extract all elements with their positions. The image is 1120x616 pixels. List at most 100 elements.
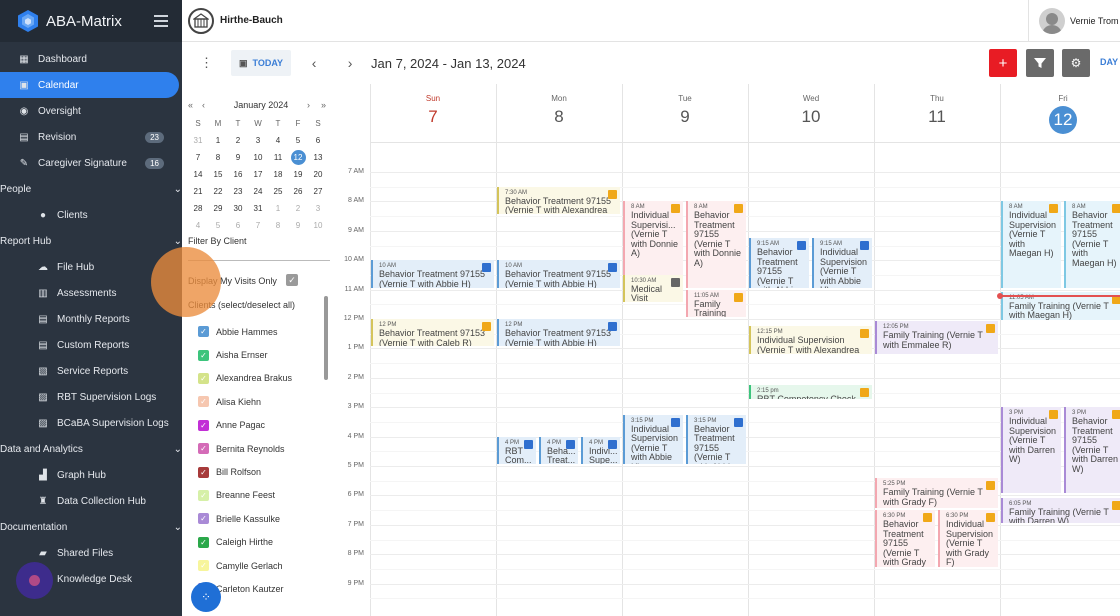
mini-calendar-day[interactable]: 5 <box>291 133 306 148</box>
mini-calendar-day[interactable]: 25 <box>271 184 286 199</box>
mini-calendar-day[interactable]: 31 <box>251 201 266 216</box>
mini-calendar-day[interactable]: 28 <box>191 201 206 216</box>
calendar-event[interactable]: 9:15 AM Individual Supervision (Vernie T … <box>812 238 872 288</box>
mini-calendar-day[interactable]: 5 <box>211 218 226 233</box>
mini-calendar-day[interactable]: 27 <box>311 184 326 199</box>
mini-calendar-day[interactable]: 22 <box>211 184 226 199</box>
more-options-icon[interactable]: ⋮ <box>200 55 213 71</box>
mini-calendar-day[interactable]: 24 <box>251 184 266 199</box>
calendar-event[interactable]: 6:05 PM Family Training (Vernie T with Da… <box>1001 497 1120 523</box>
client-filter-item[interactable]: ✓ Caleigh Hirthe <box>198 531 328 554</box>
mini-calendar-day[interactable]: 10 <box>311 218 326 233</box>
mini-calendar-day[interactable]: 11 <box>271 150 286 165</box>
mini-calendar-day[interactable]: 4 <box>271 133 286 148</box>
day-header[interactable]: Wed 10 <box>748 84 874 142</box>
previous-week-button[interactable]: ‹ <box>305 55 323 71</box>
client-filter-item[interactable]: ✓ Abbie Hammes <box>198 320 328 343</box>
calendar-event[interactable]: 6:30 PM Behavior Treatment 97155 (Vernie … <box>875 510 935 567</box>
mini-calendar-day[interactable]: 23 <box>231 184 246 199</box>
sidebar-item-bcaba-supervision-logs[interactable]: ▨ BCaBA Supervision Logs <box>0 410 182 436</box>
calendar-event[interactable]: 12 PM Behavior Treatment 97153 (Vernie T … <box>371 319 494 347</box>
client-filter-item[interactable]: ✓ Bill Rolfson <box>198 460 328 483</box>
mini-calendar-day[interactable]: 29 <box>211 201 226 216</box>
sidebar-item-documentation[interactable]: Documentation ⌄ <box>0 514 182 540</box>
filter-button[interactable] <box>1026 49 1054 77</box>
settings-button[interactable]: ⚙ <box>1062 49 1090 77</box>
day-header[interactable]: Tue 9 <box>622 84 748 142</box>
mini-calendar-day[interactable]: 1 <box>271 201 286 216</box>
sidebar-item-calendar[interactable]: ▣ Calendar <box>0 72 179 98</box>
sidebar-item-rbt-supervision-logs[interactable]: ▨ RBT Supervision Logs <box>0 384 182 410</box>
mini-calendar-day[interactable]: 19 <box>291 167 306 182</box>
calendar-event[interactable]: 10 AM Behavior Treatment 97155 (Vernie T … <box>371 260 494 288</box>
client-checkbox[interactable]: ✓ <box>198 489 209 501</box>
mini-calendar-day[interactable]: 14 <box>191 167 206 182</box>
mini-calendar-day[interactable]: 20 <box>311 167 326 182</box>
sidebar-item-graph-hub[interactable]: ▟ Graph Hub <box>0 462 182 488</box>
client-list-scrollbar[interactable] <box>324 296 328 380</box>
calendar-event[interactable]: 5:25 PM Family Training (Vernie T with Gr… <box>875 478 998 509</box>
mini-calendar-day[interactable]: 12 <box>290 150 306 165</box>
calendar-event[interactable]: 4 PM RBT Com... <box>497 436 536 464</box>
mini-calendar-day[interactable]: 26 <box>291 184 306 199</box>
mini-calendar-day[interactable]: 18 <box>271 167 286 182</box>
calendar-event[interactable]: 3:15 PM Individual Supervision (Vernie T … <box>623 414 683 464</box>
day-header[interactable]: Sun 7 <box>370 84 496 142</box>
sidebar-item-oversight[interactable]: ◉ Oversight <box>0 98 182 124</box>
client-checkbox[interactable]: ✓ <box>198 513 209 525</box>
calendar-event[interactable]: 8 AM Individual Supervision (Vernie T wit… <box>1001 201 1061 288</box>
mini-calendar-day[interactable]: 6 <box>311 133 326 148</box>
calendar-event[interactable]: 3 PM Behavior Treatment 97155 (Vernie T w… <box>1064 407 1120 494</box>
today-button[interactable]: ▣ TODAY <box>231 50 292 76</box>
mini-calendar-day[interactable]: 2 <box>231 133 246 148</box>
mini-calendar-day[interactable]: 17 <box>251 167 266 182</box>
next-month-icon[interactable]: › <box>296 100 310 110</box>
sidebar-item-custom-reports[interactable]: ▤ Custom Reports <box>0 332 182 358</box>
mini-calendar-day[interactable]: 9 <box>231 150 246 165</box>
calendar-event[interactable]: 10:30 AM Medical Visit <box>623 274 683 303</box>
sidebar-item-clients[interactable]: ● Clients <box>0 202 182 228</box>
client-checkbox[interactable]: ✓ <box>198 349 209 361</box>
next-week-button[interactable]: › <box>341 55 359 71</box>
client-filter-item[interactable]: ✓ Camylle Gerlach <box>198 554 328 577</box>
sidebar-item-data-collection-hub[interactable]: ♜ Data Collection Hub <box>0 488 182 514</box>
calendar-event[interactable]: 12:05 PM Family Training (Vernie T with E… <box>875 321 998 354</box>
sidebar-item-monthly-reports[interactable]: ▤ Monthly Reports <box>0 306 182 332</box>
user-menu[interactable]: Vernie Trom <box>1028 0 1120 42</box>
calendar-event[interactable]: 4 PM Beha... Treat... <box>539 436 578 464</box>
mini-calendar-day[interactable]: 13 <box>311 150 326 165</box>
next-year-icon[interactable]: » <box>310 100 326 110</box>
calendar-event[interactable]: 3 PM Individual Supervision (Vernie T wit… <box>1001 407 1061 494</box>
add-event-button[interactable]: + <box>989 49 1017 77</box>
sidebar-item-report-hub[interactable]: Report Hub ⌄ <box>0 228 182 254</box>
client-checkbox[interactable]: ✓ <box>198 560 209 572</box>
client-checkbox[interactable]: ✓ <box>198 536 209 548</box>
client-filter-item[interactable]: ✓ Alexandrea Brakus <box>198 367 328 390</box>
day-header[interactable]: Thu 11 <box>874 84 1000 142</box>
display-my-visits-checkbox[interactable]: ✓ <box>286 274 298 286</box>
mini-calendar-day[interactable]: 8 <box>211 150 226 165</box>
client-filter-item[interactable]: ✓ Aisha Ernser <box>198 343 328 366</box>
help-widget-button[interactable] <box>16 562 53 599</box>
sidebar-item-caregiver-signature[interactable]: ✎ Caregiver Signature 16 <box>0 150 182 176</box>
client-checkbox[interactable]: ✓ <box>198 326 209 338</box>
calendar-event[interactable]: 6:30 PM Individual Supervision (Vernie T … <box>938 510 998 567</box>
mini-calendar-day[interactable]: 8 <box>271 218 286 233</box>
client-filter-item[interactable]: ✓ Brielle Kassulke <box>198 507 328 530</box>
mini-calendar-day[interactable]: 3 <box>311 201 326 216</box>
mini-calendar-day[interactable]: 31 <box>191 133 206 148</box>
prev-year-icon[interactable]: « <box>188 100 202 110</box>
sidebar-item-people[interactable]: People ⌄ <box>0 176 182 202</box>
calendar-event[interactable]: 8 AM Behavior Treatment 97155 (Vernie T w… <box>1064 201 1120 288</box>
client-checkbox[interactable]: ✓ <box>198 396 209 408</box>
client-checkbox[interactable]: ✓ <box>198 372 209 384</box>
sidebar-item-dashboard[interactable]: ▦ Dashboard <box>0 46 182 72</box>
mini-calendar-day[interactable]: 7 <box>251 218 266 233</box>
calendar-event[interactable]: 3:15 PM Behavior Treatment 97155 (Vernie … <box>686 414 746 464</box>
client-checkbox[interactable]: ✓ <box>198 443 209 455</box>
mini-calendar-day[interactable]: 21 <box>191 184 206 199</box>
sidebar-item-data-and-analytics[interactable]: Data and Analytics ⌄ <box>0 436 182 462</box>
day-view-button[interactable]: DAY <box>1100 57 1118 67</box>
calendar-event[interactable]: 7:30 AM Behavior Treatment 97155 (Vernie … <box>497 186 620 215</box>
calendar-event[interactable]: 12:15 PM Individual Supervision (Vernie T… <box>749 326 872 354</box>
